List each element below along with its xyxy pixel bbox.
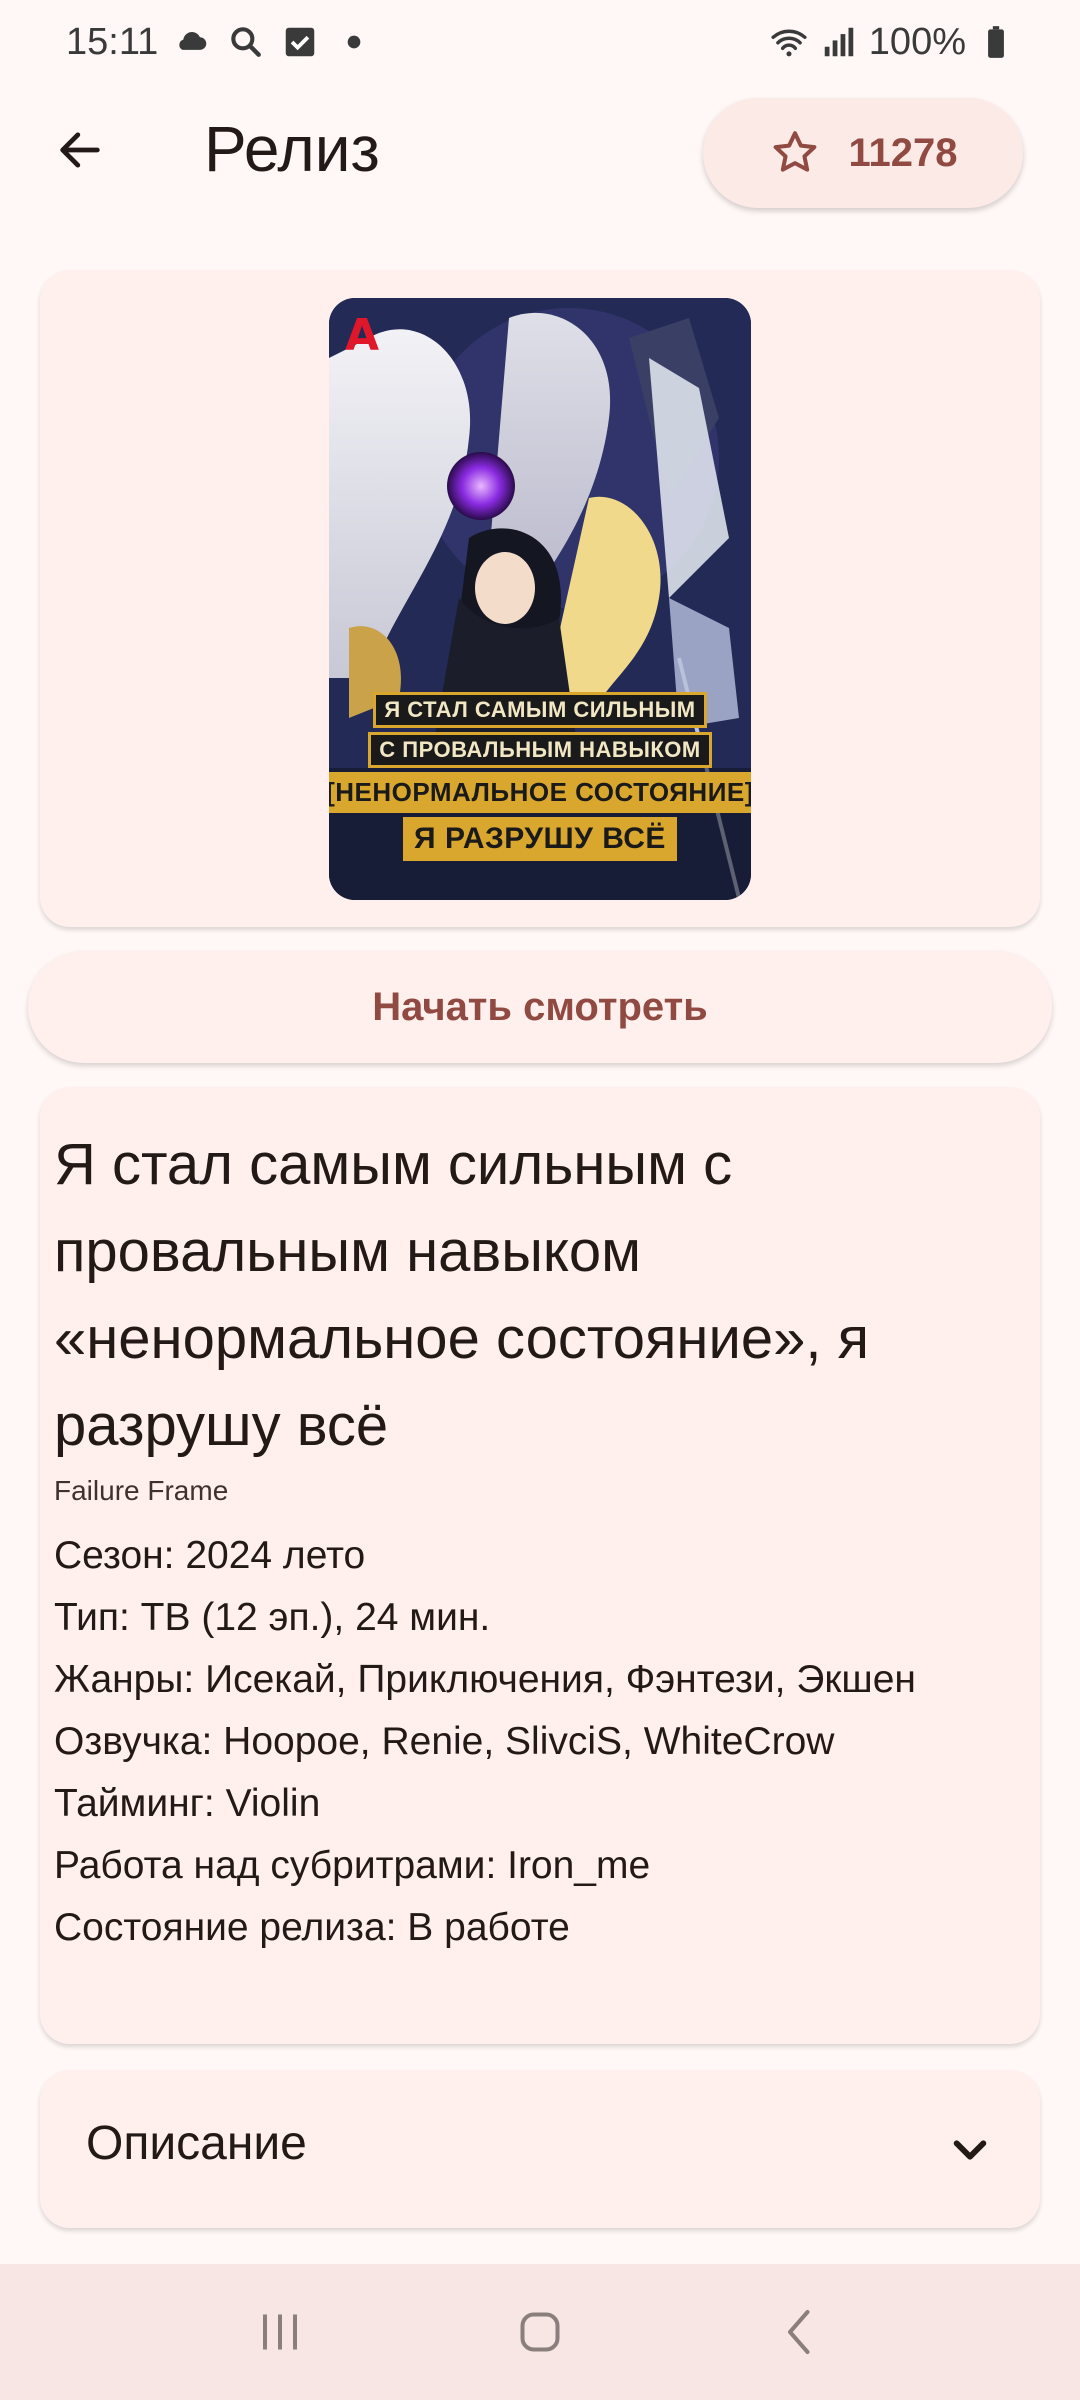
- wifi-icon: [769, 22, 809, 62]
- timing-line: Тайминг: Violin: [54, 1782, 321, 1825]
- poster-title-line: [ненормальное состояние]: [329, 772, 751, 813]
- genres-line: Жанры: Исекай, Приключения, Фэнтези, Экш…: [54, 1658, 916, 1701]
- voiceover-line: Озвучка: Hoopoe, Renie, SlivciS, WhiteCr…: [54, 1720, 835, 1763]
- season-line: Сезон: 2024 лето: [54, 1534, 366, 1577]
- favorite-button[interactable]: 11278: [703, 98, 1023, 208]
- description-label: Описание: [86, 2117, 307, 2170]
- recent-apps-icon: [263, 2314, 297, 2350]
- release-alt-title: Failure Frame: [54, 1475, 229, 1506]
- poster-title: Я стал самым сильным с провальным навыко…: [329, 692, 751, 861]
- system-back-button[interactable]: [760, 2292, 840, 2372]
- battery-icon: [976, 22, 1016, 62]
- poster-card: A Я стал самым сильным с провальным навы…: [40, 270, 1040, 927]
- subtitles-line: Работа над субритрами: Iron_me: [54, 1844, 651, 1887]
- poster-title-line: я разрушу всё: [403, 817, 677, 861]
- poster-title-line: Я стал самым сильным: [373, 692, 707, 728]
- poster-image[interactable]: A Я стал самым сильным с провальным навы…: [329, 298, 751, 900]
- home-icon: [520, 2312, 560, 2352]
- recent-apps-button[interactable]: [240, 2292, 320, 2372]
- chevron-left-icon: [788, 2310, 810, 2354]
- poster-title-line: с провальным навыком: [368, 732, 712, 768]
- start-watching-button[interactable]: Начать смотреть: [28, 951, 1052, 1063]
- status-bar: 15:11 100%: [0, 0, 1080, 84]
- description-card[interactable]: Описание: [40, 2070, 1040, 2228]
- app-bar: Релиз 11278: [0, 90, 1080, 210]
- system-nav-bar: [0, 2264, 1080, 2400]
- status-time: 15:11: [66, 20, 159, 63]
- release-meta: Сезон: 2024 лето Тип: ТВ (12 эп.), 24 ми…: [54, 1525, 1014, 1959]
- search-icon: [226, 22, 266, 62]
- release-status-line: Состояние релиза: В работе: [54, 1906, 570, 1949]
- arrow-back-icon: [60, 132, 100, 168]
- type-line: Тип: ТВ (12 эп.), 24 мин.: [54, 1596, 491, 1639]
- release-info-card: Я стал самым сильным с провальным навыко…: [40, 1087, 1040, 2044]
- dot-icon: [334, 22, 374, 62]
- chevron-down-icon[interactable]: [938, 2118, 1002, 2182]
- checkbox-icon: [280, 22, 320, 62]
- home-button[interactable]: [500, 2292, 580, 2372]
- back-button[interactable]: [38, 108, 122, 192]
- signal-icon: [819, 22, 859, 62]
- favorites-count: 11278: [848, 130, 958, 175]
- star-outline-icon: [774, 131, 817, 172]
- battery-percent: 100%: [868, 20, 966, 63]
- page-title: Релиз: [204, 113, 380, 185]
- cloud-icon: [172, 22, 212, 62]
- studio-logo: A: [345, 310, 380, 361]
- release-title: Я стал самым сильным с провальным навыко…: [54, 1132, 870, 1458]
